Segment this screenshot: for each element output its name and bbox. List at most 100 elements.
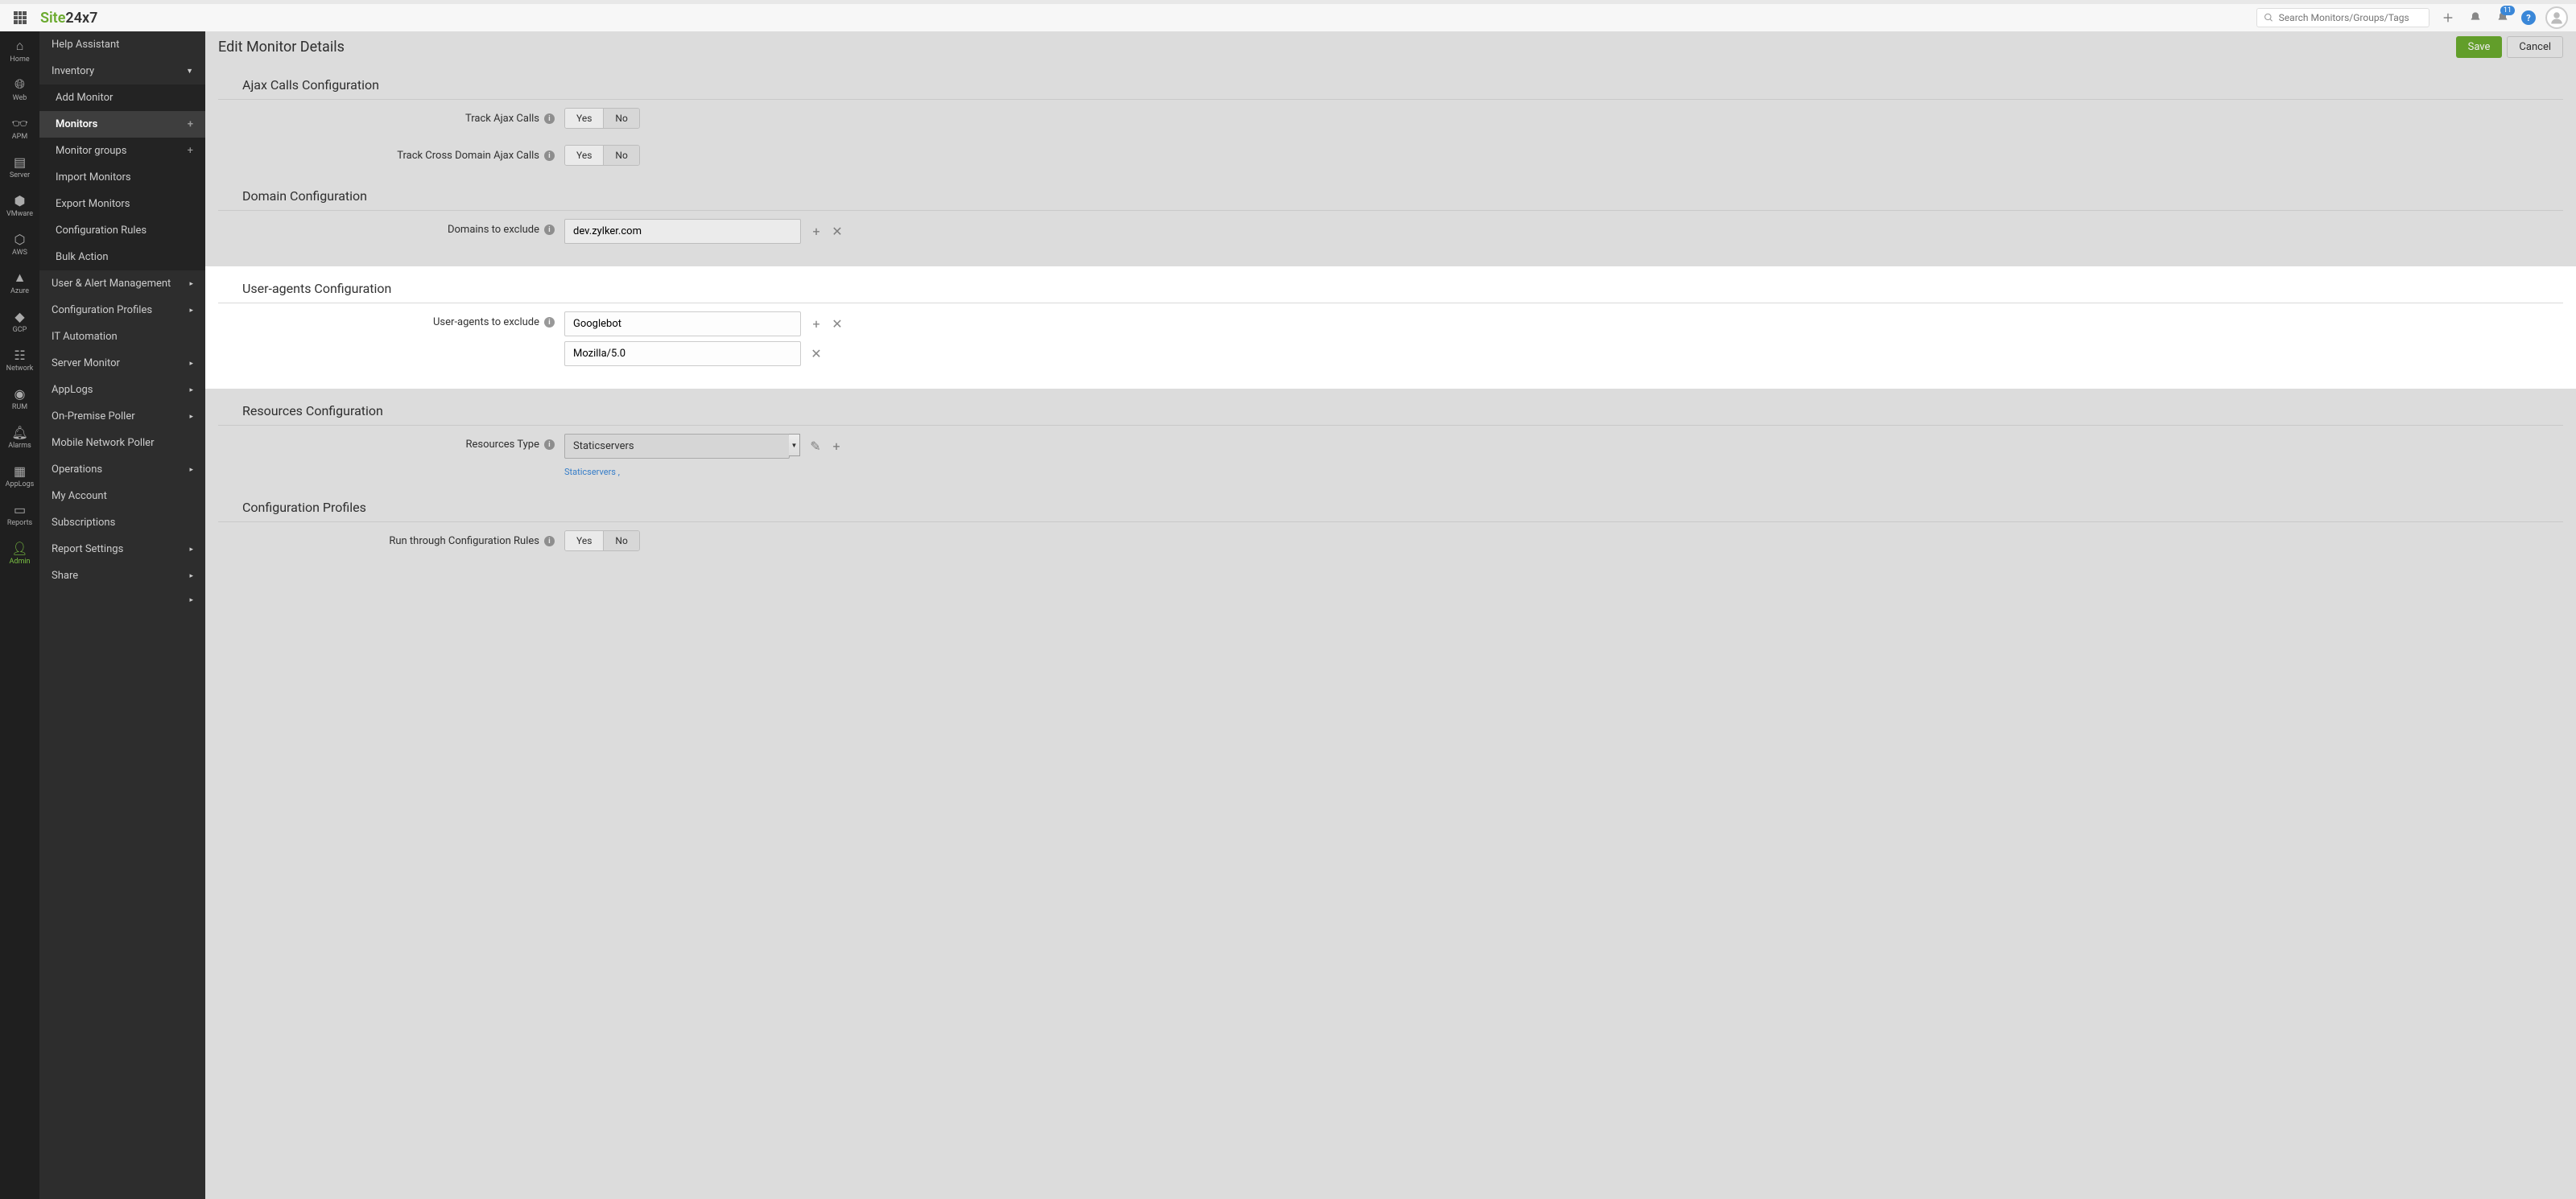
add-icon[interactable]: + — [831, 441, 842, 452]
dropdown-caret-icon[interactable]: ▼ — [789, 434, 800, 456]
sidebar-more[interactable]: ▸ — [39, 589, 205, 612]
toggle-no[interactable]: No — [603, 109, 638, 128]
toggle-run-rules[interactable]: Yes No — [564, 530, 640, 551]
apps-icon[interactable] — [8, 11, 32, 24]
sidebar-user-alert[interactable]: User & Alert Management▸ — [39, 270, 205, 297]
sidebar-import-monitors[interactable]: Import Monitors — [39, 164, 205, 191]
ua-exclude-input-1[interactable] — [564, 341, 801, 366]
section-domain: Domain Configuration Domains to excludei… — [218, 188, 2563, 252]
rail-web[interactable]: 🌐︎Web — [0, 70, 39, 109]
sidebar-add-monitor[interactable]: Add Monitor — [39, 84, 205, 111]
rail-reports[interactable]: ▭Reports — [0, 495, 39, 534]
toggle-track-cross[interactable]: Yes No — [564, 145, 640, 166]
section-resources: Resources Configuration Resources Typei … — [218, 403, 2563, 485]
info-icon[interactable]: i — [544, 317, 555, 328]
toggle-track-ajax[interactable]: Yes No — [564, 108, 640, 129]
label-ua-exclude: User-agents to excludei — [218, 311, 564, 328]
rail-vmware[interactable]: ⬢VMware — [0, 186, 39, 225]
toggle-yes[interactable]: Yes — [565, 109, 603, 128]
toggle-yes[interactable]: Yes — [565, 531, 603, 550]
sidebar-my-account[interactable]: My Account — [39, 483, 205, 509]
notifications-icon[interactable]: 11 — [2494, 9, 2512, 27]
sidebar-onprem-poller[interactable]: On-Premise Poller▸ — [39, 403, 205, 430]
caret-right-icon: ▸ — [189, 280, 193, 288]
sidebar-config-profiles[interactable]: Configuration Profiles▸ — [39, 297, 205, 323]
caret-right-icon: ▸ — [189, 307, 193, 315]
caret-right-icon: ▸ — [189, 596, 193, 604]
toggle-no[interactable]: No — [603, 531, 638, 550]
resources-type-select[interactable]: Staticservers — [564, 434, 790, 459]
sidebar-monitor-groups[interactable]: Monitor groups+ — [39, 138, 205, 164]
rail-rum[interactable]: ◉RUM — [0, 379, 39, 418]
section-title: User-agents Configuration — [218, 281, 2563, 303]
add-icon[interactable] — [2439, 9, 2457, 27]
edit-icon[interactable]: ✎ — [810, 441, 821, 452]
section-user-agents: User-agents Configuration User-agents to… — [205, 266, 2576, 389]
info-icon[interactable]: i — [544, 225, 555, 235]
section-ajax: Ajax Calls Configuration Track Ajax Call… — [218, 77, 2563, 174]
rail-alarms[interactable]: 🔔︎Alarms — [0, 418, 39, 456]
add-icon[interactable]: + — [811, 226, 822, 237]
sidebar: Help Assistant Inventory▼ Add Monitor Mo… — [39, 31, 205, 1199]
ua-exclude-input-0[interactable] — [564, 311, 801, 336]
sidebar-share[interactable]: Share▸ — [39, 562, 205, 589]
bell-icon[interactable] — [2467, 9, 2484, 27]
rail-admin[interactable]: 👤︎Admin — [0, 534, 39, 572]
help-icon[interactable]: ? — [2521, 10, 2536, 25]
rail-home[interactable]: ⌂Home — [0, 31, 39, 70]
avatar[interactable] — [2545, 6, 2568, 29]
sidebar-subscriptions[interactable]: Subscriptions — [39, 509, 205, 536]
rail-azure[interactable]: ▲Azure — [0, 263, 39, 302]
sidebar-config-rules[interactable]: Configuration Rules — [39, 217, 205, 244]
sidebar-server-monitor[interactable]: Server Monitor▸ — [39, 350, 205, 377]
plus-icon[interactable]: + — [188, 145, 193, 157]
remove-icon[interactable]: ✕ — [832, 319, 843, 330]
rail-server[interactable]: ▤Server — [0, 147, 39, 186]
sidebar-bulk-action[interactable]: Bulk Action — [39, 244, 205, 270]
info-icon[interactable]: i — [544, 536, 555, 546]
save-button[interactable]: Save — [2456, 36, 2503, 58]
remove-icon[interactable]: ✕ — [832, 226, 843, 237]
rail-applogs[interactable]: ▦AppLogs — [0, 456, 39, 495]
search-input[interactable] — [2279, 12, 2422, 23]
rail-network[interactable]: ☷Network — [0, 340, 39, 379]
sidebar-mobile-poller[interactable]: Mobile Network Poller — [39, 430, 205, 456]
info-icon[interactable]: i — [544, 439, 555, 450]
sidebar-operations[interactable]: Operations▸ — [39, 456, 205, 483]
section-title: Resources Configuration — [218, 403, 2563, 426]
rail-gcp[interactable]: ◆GCP — [0, 302, 39, 340]
caret-right-icon: ▸ — [189, 360, 193, 368]
label-track-ajax: Track Ajax Callsi — [218, 108, 564, 125]
remove-icon[interactable]: ✕ — [811, 348, 822, 360]
caret-right-icon: ▸ — [189, 546, 193, 554]
cancel-button[interactable]: Cancel — [2507, 36, 2563, 58]
search-box[interactable] — [2256, 8, 2429, 27]
rail-apm[interactable]: 👓︎APM — [0, 109, 39, 147]
sidebar-monitors[interactable]: Monitors+ — [39, 111, 205, 138]
info-icon[interactable]: i — [544, 113, 555, 124]
domain-exclude-input[interactable] — [564, 219, 801, 244]
icon-rail: ⌂Home 🌐︎Web 👓︎APM ▤Server ⬢VMware ⬡AWS ▲… — [0, 31, 39, 1199]
sidebar-it-automation[interactable]: IT Automation — [39, 323, 205, 350]
resources-helper-link[interactable]: Staticservers , — [564, 467, 842, 477]
toggle-yes[interactable]: Yes — [565, 146, 603, 165]
page-title: Edit Monitor Details — [218, 39, 345, 56]
plus-icon[interactable]: + — [188, 118, 193, 130]
sidebar-inventory[interactable]: Inventory▼ — [39, 58, 205, 84]
sidebar-help-assistant[interactable]: Help Assistant — [39, 31, 205, 58]
sidebar-report-settings[interactable]: Report Settings▸ — [39, 536, 205, 562]
section-title: Configuration Profiles — [218, 500, 2563, 522]
caret-right-icon: ▸ — [189, 572, 193, 580]
section-title: Domain Configuration — [218, 188, 2563, 211]
sidebar-export-monitors[interactable]: Export Monitors — [39, 191, 205, 217]
rail-aws[interactable]: ⬡AWS — [0, 225, 39, 263]
section-title: Ajax Calls Configuration — [218, 77, 2563, 100]
add-icon[interactable]: + — [811, 319, 822, 330]
info-icon[interactable]: i — [544, 150, 555, 161]
toggle-no[interactable]: No — [603, 146, 638, 165]
logo[interactable]: Site24x7 — [40, 10, 97, 27]
caret-down-icon: ▼ — [186, 67, 193, 76]
label-track-cross: Track Cross Domain Ajax Callsi — [218, 145, 564, 162]
caret-right-icon: ▸ — [189, 413, 193, 421]
sidebar-applogs[interactable]: AppLogs▸ — [39, 377, 205, 403]
